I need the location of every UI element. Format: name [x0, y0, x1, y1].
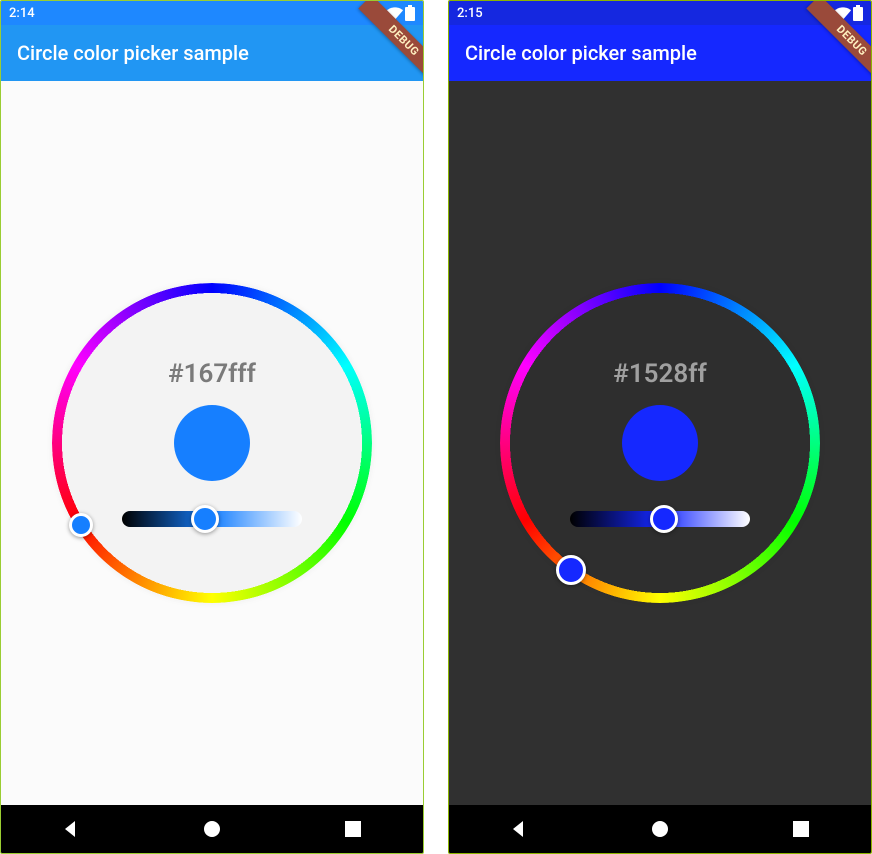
hue-thumb[interactable]	[69, 513, 93, 537]
status-time: 2:14	[9, 6, 35, 21]
content-area: #1528ff	[449, 81, 871, 805]
slider-thumb[interactable]	[191, 505, 219, 533]
hue-thumb[interactable]	[556, 555, 586, 585]
navigation-bar	[449, 805, 871, 853]
navigation-bar	[1, 805, 423, 853]
phone-frame: 2:15Circle color picker sampleDEBUG#1528…	[448, 0, 872, 854]
nav-back-button[interactable]	[508, 818, 530, 840]
battery-icon	[405, 5, 415, 21]
hex-value: #1528ff	[613, 359, 706, 389]
color-picker: #167fff	[52, 283, 372, 603]
slider-thumb[interactable]	[650, 505, 678, 533]
status-bar: 2:14	[1, 1, 423, 25]
status-bar: 2:15	[449, 1, 871, 25]
nav-recents-button[interactable]	[342, 818, 364, 840]
nav-back-button[interactable]	[60, 818, 82, 840]
phone-frame: 2:14Circle color picker sampleDEBUG#167f…	[0, 0, 424, 854]
app-bar: Circle color picker sample	[1, 25, 423, 81]
color-swatch	[174, 405, 250, 481]
app-bar-title: Circle color picker sample	[465, 41, 697, 65]
app-bar-title: Circle color picker sample	[17, 41, 249, 65]
nav-home-button[interactable]	[201, 818, 223, 840]
lightness-slider[interactable]	[122, 511, 302, 527]
status-time: 2:15	[457, 6, 483, 21]
content-area: #167fff	[1, 81, 423, 805]
color-swatch	[622, 405, 698, 481]
nav-home-button[interactable]	[649, 818, 671, 840]
battery-icon	[853, 5, 863, 21]
app-bar: Circle color picker sample	[449, 25, 871, 81]
hex-value: #167fff	[168, 359, 256, 389]
color-picker: #1528ff	[500, 283, 820, 603]
nav-recents-button[interactable]	[790, 818, 812, 840]
lightness-slider[interactable]	[570, 511, 750, 527]
